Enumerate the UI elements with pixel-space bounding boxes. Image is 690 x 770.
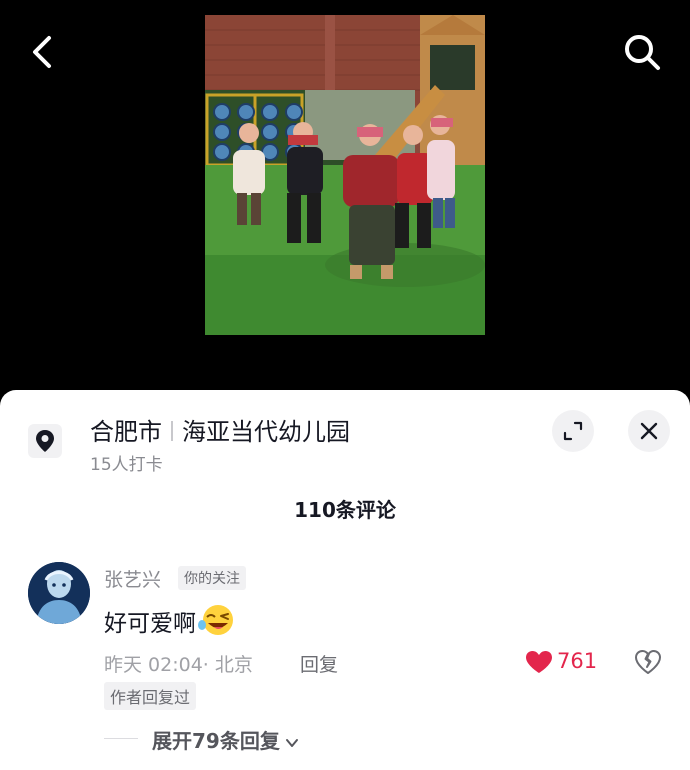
- expand-icon: [563, 421, 583, 441]
- chevron-down-icon: [285, 738, 298, 747]
- expand-divider: [104, 738, 138, 739]
- avatar-image: [28, 562, 90, 624]
- comment-meta: 昨天 02:04· 北京: [104, 650, 253, 677]
- laughing-wink-emoji: [198, 603, 238, 643]
- comment-time: 昨天 02:04: [104, 654, 203, 676]
- broken-heart-icon: [635, 650, 661, 674]
- location-pin-icon: [28, 424, 62, 458]
- close-icon: [640, 422, 658, 440]
- comment-count: 110条评论: [294, 498, 396, 522]
- avatar[interactable]: [28, 562, 90, 624]
- expand-replies-label: 展开79条回复: [152, 729, 280, 753]
- video-thumbnail[interactable]: [205, 15, 485, 335]
- close-button[interactable]: [628, 410, 670, 452]
- video-area: [0, 0, 690, 390]
- back-button[interactable]: [24, 30, 64, 74]
- location-city: 合肥市: [90, 418, 162, 446]
- location-separator: [171, 421, 173, 441]
- like-count: 761: [557, 649, 598, 673]
- video-frame-image: [205, 15, 485, 335]
- location-checkins: 15人打卡: [90, 455, 163, 475]
- search-button[interactable]: [620, 30, 664, 74]
- author-replied-badge: 作者回复过: [104, 682, 197, 710]
- location-title[interactable]: 合肥市 海亚当代幼儿园: [90, 412, 350, 447]
- heart-icon: [526, 651, 552, 673]
- dislike-button[interactable]: [634, 648, 662, 676]
- reply-button[interactable]: 回复: [300, 650, 338, 677]
- expand-replies-button[interactable]: 展开79条回复: [152, 725, 300, 754]
- following-badge: 你的关注: [178, 566, 246, 590]
- search-icon: [625, 35, 660, 70]
- comment-sheet: 合肥市 海亚当代幼儿园 15人打卡 110条评论 张艺兴 你的关注 好可爱啊 昨…: [0, 390, 690, 770]
- comment-location: · 北京: [202, 654, 253, 676]
- location-place: 海亚当代幼儿园: [182, 418, 350, 446]
- like-button[interactable]: [525, 650, 553, 674]
- comment-username[interactable]: 张艺兴: [104, 565, 161, 592]
- chevron-left-icon: [33, 36, 51, 68]
- comment-text-content: 好可爱啊: [104, 611, 196, 637]
- expand-button[interactable]: [552, 410, 594, 452]
- comment-text: 好可爱啊: [104, 604, 238, 645]
